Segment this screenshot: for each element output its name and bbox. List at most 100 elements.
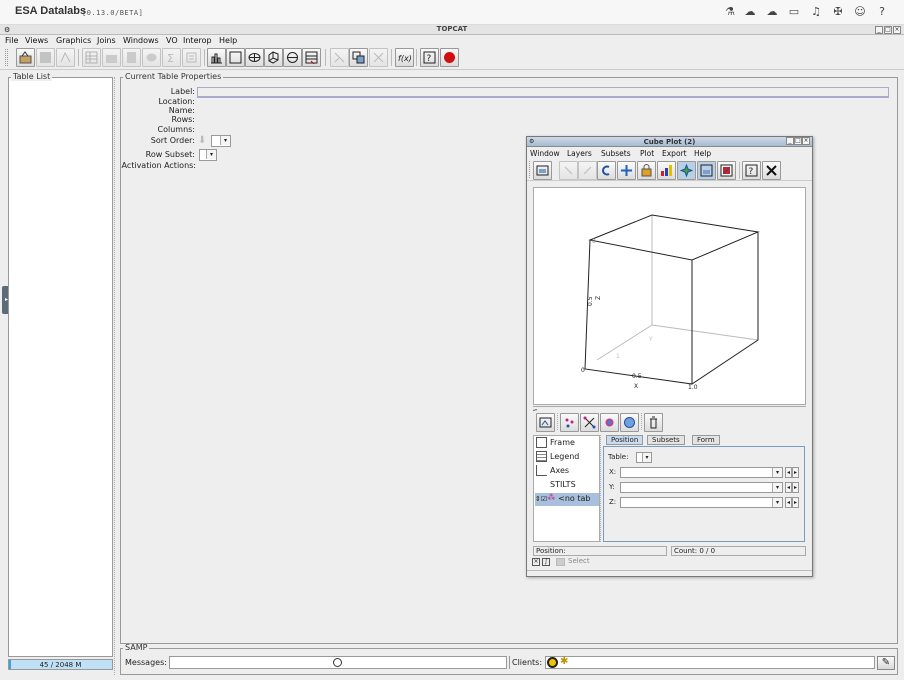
- quit-button[interactable]: [440, 48, 459, 67]
- z-coord-prev-button[interactable]: ◂: [785, 497, 792, 508]
- close-button[interactable]: ×: [893, 26, 901, 34]
- concatenate-button[interactable]: [349, 48, 368, 67]
- cube-maximize-button[interactable]: □: [794, 137, 802, 145]
- x-coord-prev-button[interactable]: ◂: [785, 467, 792, 478]
- table-select[interactable]: ▾: [636, 452, 652, 463]
- table-metadata-button[interactable]: [102, 48, 121, 67]
- notes-button[interactable]: [182, 48, 201, 67]
- layer-item-frame[interactable]: Frame: [536, 437, 575, 450]
- y-coord-select[interactable]: ▾: [620, 482, 783, 493]
- table-data-button[interactable]: [82, 48, 101, 67]
- cube-menu-export[interactable]: Export: [662, 149, 687, 158]
- plane-plot-button[interactable]: [226, 48, 245, 67]
- hub-client-icon[interactable]: [547, 657, 558, 668]
- time-plot-button[interactable]: [302, 48, 321, 67]
- sort-column-select[interactable]: ▾: [211, 135, 231, 147]
- y-coord-next-button[interactable]: ▸: [792, 482, 799, 493]
- add-matching-layer-button[interactable]: [600, 413, 619, 432]
- cube-window-resize-edge[interactable]: [527, 570, 812, 576]
- sort-direction-icon[interactable]: ⬇: [198, 135, 208, 147]
- tab-position[interactable]: Position: [606, 435, 644, 445]
- clear-selection-icon[interactable]: ×: [532, 558, 540, 566]
- add-pair-layer-button[interactable]: [580, 413, 599, 432]
- cube-plot-canvas[interactable]: 0.5 1.0 0 X 0.5 Z 0 1 Y: [533, 187, 806, 405]
- menu-vo[interactable]: VO: [166, 36, 178, 45]
- flask-icon[interactable]: ⚗: [723, 5, 737, 19]
- navigate-button[interactable]: [617, 161, 636, 180]
- add-sky-layer-button[interactable]: [620, 413, 639, 432]
- duplicate-table-button[interactable]: [56, 48, 75, 67]
- tab-subsets[interactable]: Subsets: [647, 435, 685, 445]
- toolbar-grip[interactable]: [5, 49, 8, 66]
- layer-item-stilts[interactable]: STILTS: [536, 479, 576, 492]
- esa-datalabs-logo[interactable]: ESA Datalabs: [15, 5, 86, 17]
- menu-interop[interactable]: Interop: [183, 36, 212, 45]
- layer-item-points[interactable]: ⇕☑⁂ <no tab: [535, 493, 599, 506]
- tab-form[interactable]: Form: [692, 435, 720, 445]
- satellite-icon[interactable]: ✠: [831, 5, 845, 19]
- bell-icon[interactable]: ♫: [809, 5, 823, 19]
- help-icon[interactable]: ?: [875, 5, 889, 19]
- axis-control-button[interactable]: [697, 161, 716, 180]
- new-window-button[interactable]: [533, 161, 552, 180]
- topcat-client-icon[interactable]: ✱: [560, 656, 568, 667]
- layer-item-legend[interactable]: Legend: [536, 451, 579, 464]
- remove-layer-button[interactable]: [644, 413, 663, 432]
- menu-views[interactable]: Views: [25, 36, 48, 45]
- lock-aspect-button[interactable]: [637, 161, 656, 180]
- export-image-button[interactable]: [717, 161, 736, 180]
- cube-minimize-button[interactable]: _: [786, 137, 794, 145]
- rescale-button[interactable]: [657, 161, 676, 180]
- help-button[interactable]: ?: [420, 48, 439, 67]
- functions-button[interactable]: f(x): [395, 48, 414, 67]
- cube-plot-title-bar[interactable]: ⚙ Cube Plot (2) _ □ ×: [527, 137, 812, 147]
- cube-menu-layers[interactable]: Layers: [567, 149, 592, 158]
- select-toggle-icon[interactable]: [556, 558, 565, 566]
- layer-list[interactable]: Frame Legend Axes STILTS ⇕☑⁂ <no tab: [533, 435, 600, 542]
- layer-drag-handle-icon[interactable]: ⇕☑: [535, 495, 547, 503]
- cube-close-window-button[interactable]: [762, 161, 781, 180]
- cube-menu-plot[interactable]: Plot: [640, 149, 654, 158]
- user-icon[interactable]: ☺: [853, 5, 867, 19]
- menu-file[interactable]: File: [5, 36, 18, 45]
- undo-button[interactable]: [559, 161, 578, 180]
- cube-help-button[interactable]: ?: [742, 161, 761, 180]
- add-position-layer-button[interactable]: [560, 413, 579, 432]
- menu-windows[interactable]: Windows: [123, 36, 159, 45]
- load-table-button[interactable]: [16, 48, 35, 67]
- subsets-button[interactable]: [142, 48, 161, 67]
- menu-graphics[interactable]: Graphics: [56, 36, 91, 45]
- z-coord-next-button[interactable]: ▸: [792, 497, 799, 508]
- y-coord-prev-button[interactable]: ◂: [785, 482, 792, 493]
- samp-hub-button[interactable]: ✎: [877, 656, 895, 670]
- x-coord-select[interactable]: ▾: [620, 467, 783, 478]
- folder-icon[interactable]: ▭: [787, 5, 801, 19]
- minimize-button[interactable]: _: [875, 26, 883, 34]
- memory-monitor[interactable]: 45 / 2048 M: [8, 659, 113, 670]
- maximize-button[interactable]: □: [884, 26, 892, 34]
- cube-menu-subsets[interactable]: Subsets: [601, 149, 631, 158]
- z-coord-select[interactable]: ▾: [620, 497, 783, 508]
- cube-plot-window[interactable]: ⚙ Cube Plot (2) _ □ × Window Layers Subs…: [526, 136, 813, 577]
- cube-plot-button[interactable]: [264, 48, 283, 67]
- columns-button[interactable]: [122, 48, 141, 67]
- row-subset-select[interactable]: ▾: [199, 149, 217, 161]
- sphere-plot-button[interactable]: [283, 48, 302, 67]
- histogram-plot-button[interactable]: [207, 48, 226, 67]
- layer-item-axes[interactable]: Axes: [536, 465, 569, 478]
- datalab-icon[interactable]: ☁: [743, 5, 757, 19]
- plot-split-divider[interactable]: ▴▾: [533, 406, 806, 412]
- show-progress-button[interactable]: [677, 161, 696, 180]
- cube-close-button[interactable]: ×: [802, 137, 810, 145]
- cloud-icon[interactable]: ☁: [765, 5, 779, 19]
- blob-select-icon[interactable]: ∫: [542, 558, 550, 566]
- sky-plot-button[interactable]: [245, 48, 264, 67]
- clients-box[interactable]: [545, 656, 875, 669]
- x-coord-next-button[interactable]: ▸: [792, 467, 799, 478]
- cube-toolbar-grip[interactable]: [529, 161, 532, 178]
- match-tables-button[interactable]: [330, 48, 349, 67]
- label-field-input[interactable]: [197, 87, 889, 97]
- layer-control-button[interactable]: [536, 413, 555, 432]
- rotate-button[interactable]: [597, 161, 616, 180]
- save-table-button[interactable]: [36, 48, 55, 67]
